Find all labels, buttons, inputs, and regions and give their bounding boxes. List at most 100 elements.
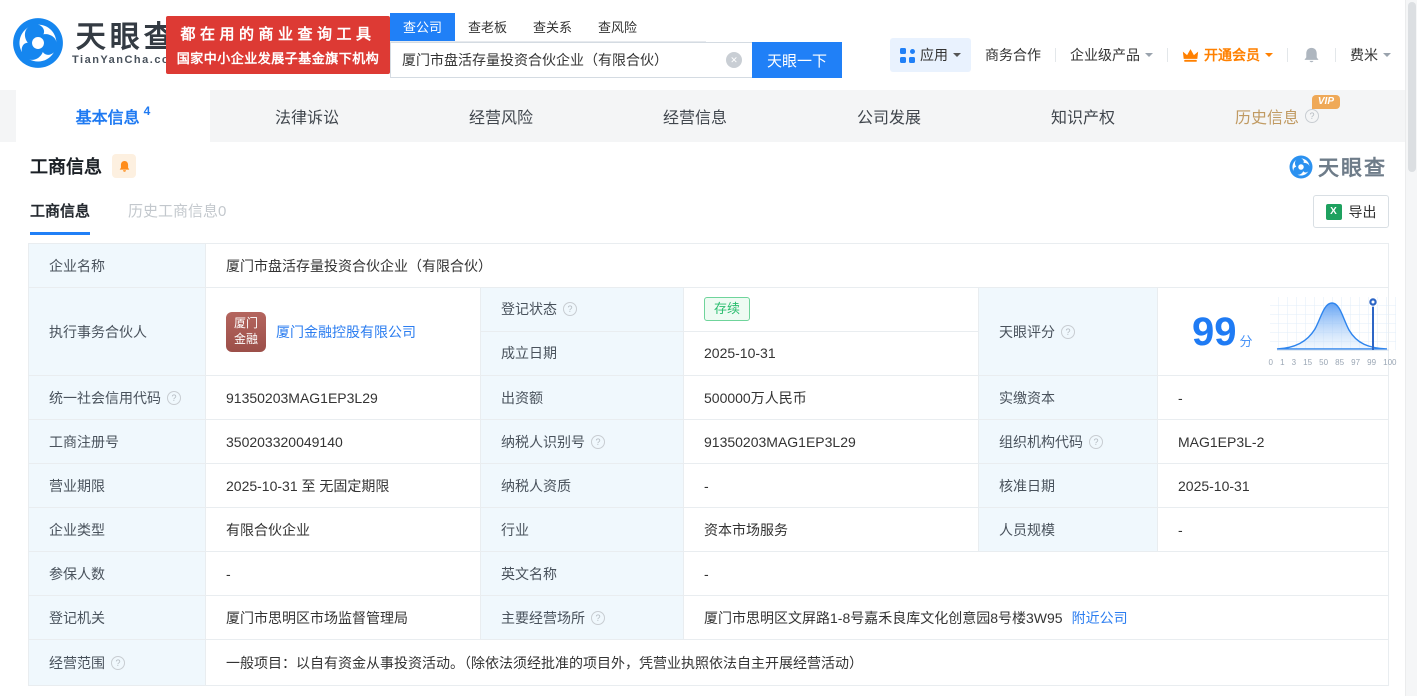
help-icon[interactable]: ? — [591, 434, 605, 449]
vertical-scrollbar[interactable] — [1405, 0, 1417, 696]
field-label: 登记机关 — [29, 596, 206, 639]
establish-date-value: 2025-10-31 — [684, 331, 979, 375]
divider — [1167, 48, 1168, 62]
search-tab-boss[interactable]: 查老板 — [455, 13, 520, 41]
field-label: 出资额 — [481, 376, 684, 419]
open-membership-menu[interactable]: 开通会员 — [1182, 45, 1273, 65]
help-icon[interactable]: ? — [1305, 109, 1319, 123]
field-label: 人员规模 — [979, 508, 1158, 551]
field-label: 天眼评分 ? — [979, 288, 1158, 375]
header: 天眼查 TianYanCha.com 都在用的商业查询工具 国家中小企业发展子基… — [0, 0, 1417, 90]
tab-label: 公司发展 — [856, 110, 921, 127]
label-text: 核准日期 — [999, 477, 1055, 494]
promo-banner: 都在用的商业查询工具 国家中小企业发展子基金旗下机构 — [166, 16, 390, 74]
chevron-down-icon — [1265, 53, 1273, 61]
label-text: 出资额 — [501, 389, 543, 406]
table-row: 经营范围 ? 一般项目：以自有资金从事投资活动。（除依法须经批准的项目外，凭营业… — [29, 640, 1388, 685]
scrollbar-thumb[interactable] — [1408, 2, 1416, 172]
export-button[interactable]: X 导出 — [1313, 195, 1389, 228]
label-text: 实缴资本 — [999, 389, 1055, 406]
label-text: 执行事务合伙人 — [49, 323, 147, 340]
help-icon[interactable]: ? — [591, 610, 605, 625]
search-tab-relation[interactable]: 查关系 — [520, 13, 585, 41]
value-text: 2025-10-31 至 无固定期限 — [226, 477, 390, 494]
table-row: 企业名称 厦门市盘活存量投资合伙企业（有限合伙） — [29, 244, 1388, 288]
tab-intellectual-property[interactable]: 知识产权 — [986, 90, 1180, 142]
score-tick: 100 — [1383, 358, 1397, 367]
watermark-text: 天眼查 — [1318, 157, 1387, 180]
table-row: 参保人数 - 英文名称 - — [29, 552, 1388, 596]
field-label: 统一社会信用代码 ? — [29, 376, 206, 419]
badge-line2: 金融 — [233, 331, 258, 346]
crown-icon — [1182, 48, 1199, 62]
search-area: 查公司 查老板 查关系 查风险 ✕ 天眼一下 — [390, 13, 842, 78]
registration-number-value: 350203320049140 — [206, 420, 481, 463]
field-label: 执行事务合伙人 — [29, 288, 206, 375]
search-button[interactable]: 天眼一下 — [752, 42, 842, 78]
value-text: 91350203MAG1EP3L29 — [704, 433, 856, 450]
tab-company-development[interactable]: 公司发展 — [792, 90, 986, 142]
help-icon[interactable]: ? — [1061, 324, 1075, 339]
banner-line2: 国家中小企业发展子基金旗下机构 — [176, 51, 380, 66]
insured-count-value: - — [206, 552, 481, 595]
status-date-subgrid: 登记状态 ? 存续 成立日期 2025-10-31 — [481, 288, 979, 375]
label-text: 企业名称 — [49, 257, 105, 274]
help-icon[interactable]: ? — [111, 655, 125, 670]
help-icon[interactable]: ? — [1089, 434, 1103, 449]
staff-size-value: - — [1158, 508, 1388, 551]
score-tick: 3 — [1291, 358, 1297, 367]
search-tab-company[interactable]: 查公司 — [390, 13, 456, 41]
label-text: 工商注册号 — [49, 433, 119, 450]
bell-icon — [119, 160, 129, 172]
subscribe-bell-button[interactable] — [112, 154, 136, 178]
value-text: 一般项目：以自有资金从事投资活动。（除依法须经批准的项目外，凭营业执照依法自主开… — [226, 654, 863, 671]
search-tab-risk[interactable]: 查风险 — [585, 13, 650, 41]
help-icon[interactable]: ? — [167, 390, 181, 405]
nearby-companies-link[interactable]: 附近公司 — [1072, 608, 1128, 628]
enterprise-products-menu[interactable]: 企业级产品 — [1070, 45, 1153, 65]
tianyancha-watermark: 天眼查 — [1289, 152, 1387, 182]
chevron-down-icon — [953, 53, 961, 61]
export-label: 导出 — [1348, 203, 1377, 220]
badge-line1: 厦门 — [233, 315, 258, 330]
table-row: 企业类型 有限合伙企业 行业 资本市场服务 人员规模 - — [29, 508, 1388, 552]
partner-company-link[interactable]: 厦门金融控股有限公司 — [276, 322, 416, 342]
label-text: 参保人数 — [49, 565, 105, 582]
approval-date-value: 2025-10-31 — [1158, 464, 1388, 507]
user-menu[interactable]: 费米 — [1350, 45, 1391, 65]
field-label: 纳税人识别号 ? — [481, 420, 684, 463]
field-label: 经营范围 ? — [29, 640, 206, 685]
label-text: 主要经营场所 — [501, 609, 585, 626]
apps-menu[interactable]: 应用 — [890, 38, 971, 72]
field-label: 英文名称 — [481, 552, 684, 595]
label-text: 英文名称 — [501, 565, 557, 582]
registry-value: 厦门市思明区市场监督管理局 — [206, 596, 481, 639]
credit-code-value: 91350203MAG1EP3L29 — [206, 376, 481, 419]
label-text: 天眼评分 — [999, 323, 1055, 340]
table-row: 营业期限 2025-10-31 至 无固定期限 纳税人资质 - 核准日期 202… — [29, 464, 1388, 508]
app-grid-icon — [900, 47, 915, 63]
main-content: 工商信息 天眼查 工商信息 历史工商信息0 X 导出 企业名称 厦门市盘活存量投… — [0, 142, 1417, 696]
enterprise-products-label: 企业级产品 — [1070, 47, 1140, 63]
business-cooperation-link[interactable]: 商务合作 — [985, 45, 1041, 65]
field-label: 成立日期 — [481, 331, 684, 375]
business-info-table: 企业名称 厦门市盘活存量投资合伙企业（有限合伙） 执行事务合伙人 厦门 金融 厦… — [28, 243, 1397, 686]
tab-operating-risk[interactable]: 经营风险 — [404, 90, 598, 142]
open-membership-label: 开通会员 — [1204, 47, 1260, 63]
tab-basic-info[interactable]: 基本信息 4 — [16, 90, 210, 142]
banner-line1: 都在用的商业查询工具 — [180, 26, 376, 43]
help-icon[interactable]: ? — [563, 302, 577, 317]
site-logo[interactable]: 天眼查 TianYanCha.com — [12, 17, 181, 69]
subtab-history-business-info[interactable]: 历史工商信息0 — [128, 200, 226, 235]
label-text: 营业期限 — [49, 477, 105, 494]
managing-partner-value: 厦门 金融 厦门金融控股有限公司 — [206, 288, 481, 375]
company-name-value: 厦门市盘活存量投资合伙企业（有限合伙） — [206, 244, 1388, 287]
tab-operating-info[interactable]: 经营信息 — [598, 90, 792, 142]
clear-search-icon[interactable]: ✕ — [726, 52, 742, 68]
company-logo-badge[interactable]: 厦门 金融 — [226, 311, 266, 352]
notifications-bell-icon[interactable] — [1302, 46, 1321, 65]
tab-legal-litigation[interactable]: 法律诉讼 — [210, 90, 404, 142]
tab-history-info[interactable]: VIP 历史信息 ? — [1180, 90, 1374, 142]
subtab-business-info[interactable]: 工商信息 — [30, 200, 91, 235]
search-input[interactable] — [390, 42, 752, 78]
